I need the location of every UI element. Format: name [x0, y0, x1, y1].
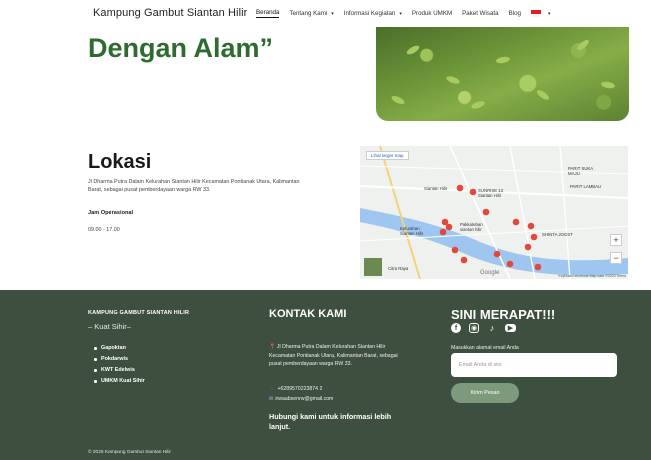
footer-link-umkm[interactable]: UMKM Kuat Sihir: [94, 376, 145, 387]
footer-link-gapoktan[interactable]: Gapoktan: [94, 343, 145, 354]
nav-item-informasi-kegiatan[interactable]: Informasi Kegiatan ▾: [344, 10, 402, 17]
nav-item-paket-wisata[interactable]: Paket Wisata: [462, 10, 498, 17]
kontak-heading: KONTAK KAMI: [269, 308, 347, 320]
jam-operasional-value: 09.00 - 17.00: [88, 227, 120, 233]
hero-heading: Dengan Alam”: [88, 33, 274, 63]
map-label-parit-lambau: PARIT LAMBAU: [570, 184, 602, 189]
facebook-icon[interactable]: f: [451, 323, 461, 333]
map-zoom-out-button[interactable]: −: [610, 252, 622, 264]
phone-icon: 📞: [269, 386, 276, 392]
footer-tagline: – Kuat Sihir–: [88, 322, 131, 331]
email-input-label: Masukkan alamat email Anda: [451, 345, 519, 351]
indonesia-flag-icon: [530, 10, 541, 17]
kontak-email[interactable]: ✉ irwaabsenrw@gmail.com: [269, 396, 333, 402]
nav-item-produk-umkm[interactable]: Produk UMKM: [412, 10, 452, 17]
nav-item-blog[interactable]: Blog: [509, 10, 521, 17]
location-map[interactable]: Lihat larger map Siantan Hilir SUNRISE 1…: [360, 146, 628, 279]
site-footer: KAMPUNG GAMBUT SIANTAN HILIR – Kuat Sihi…: [0, 290, 651, 460]
map-zoom-in-button[interactable]: +: [610, 234, 622, 246]
subscribe-heading: SINI MERAPAT!!!: [451, 307, 556, 322]
footer-brand: KAMPUNG GAMBUT SIANTAN HILIR: [88, 310, 190, 316]
subscribe-email-input[interactable]: [451, 353, 617, 377]
kontak-phone[interactable]: 📞 +6289570223874 2: [269, 386, 322, 392]
lokasi-heading: Lokasi: [88, 151, 152, 173]
site-brand[interactable]: Kampung Gambut Siantan Hilir: [93, 7, 247, 19]
nav-menu: Beranda Tentang Kami ▾ Informasi Kegiatan…: [256, 9, 560, 18]
google-logo: Google: [480, 270, 500, 276]
email-icon: ✉: [269, 396, 274, 402]
jam-operasional-label: Jam Operasional: [88, 210, 134, 216]
youtube-icon[interactable]: ▶: [505, 324, 516, 332]
instagram-icon[interactable]: ◉: [469, 323, 479, 333]
map-label-pakkateban: Pakkateban siantan hilir: [460, 222, 483, 232]
chevron-down-icon: ▾: [547, 10, 551, 17]
top-navbar: Kampung Gambut Siantan Hilir Beranda Ten…: [0, 0, 651, 27]
footer-link-pokdarwis[interactable]: Pokdarwis: [94, 354, 145, 365]
map-label-citra-raya: Citra Raya: [388, 266, 409, 271]
map-label-shinta: SHINTA JOGST: [542, 232, 573, 237]
map-label-sunrise: SUNRISE 13 Siantan Hilir: [478, 188, 504, 198]
map-attribution[interactable]: Keyboard shortcuts Map data ©2023 Terms: [559, 274, 627, 278]
chevron-down-icon: ▾: [331, 10, 334, 17]
social-icons: f ◉ ♪ ▶: [451, 323, 524, 333]
map-label-kelurahan: Kelurahan Siantan Hilir: [400, 226, 424, 236]
tiktok-icon[interactable]: ♪: [487, 323, 497, 333]
hero-image: [376, 27, 629, 121]
lokasi-address: Jl Dharma Putra Dalam Kelurahan Siantan …: [88, 179, 300, 193]
chevron-down-icon: ▾: [399, 10, 402, 17]
map-label-parit-suka-maju: PARIT SUKA MAJU: [568, 166, 594, 176]
footer-link-kwt-edelwis[interactable]: KWT Edelwis: [94, 365, 145, 376]
location-pin-icon: 📍: [269, 344, 276, 350]
kirim-pesan-button[interactable]: Kirim Pesan: [451, 383, 519, 403]
nav-item-beranda[interactable]: Beranda: [256, 9, 280, 18]
kontak-help-text: Hubungi kami untuk informasi lebih lanju…: [269, 412, 392, 431]
footer-links: Gapoktan Pokdarwis KWT Edelwis UMKM Kuat…: [94, 343, 145, 387]
view-larger-map-link[interactable]: Lihat larger map: [366, 151, 409, 160]
copyright-text: © 2025 Kampung Gambut Siantan Hilir: [88, 450, 171, 455]
map-label-siantan-hilir: Siantan Hilir: [424, 186, 448, 191]
kontak-address: 📍 Jl Dharma Putra Dalam Kelurahan Sianta…: [269, 344, 398, 368]
nav-item-tentang-kami[interactable]: Tentang Kami ▾: [289, 10, 333, 17]
language-selector[interactable]: ▾: [530, 10, 551, 17]
